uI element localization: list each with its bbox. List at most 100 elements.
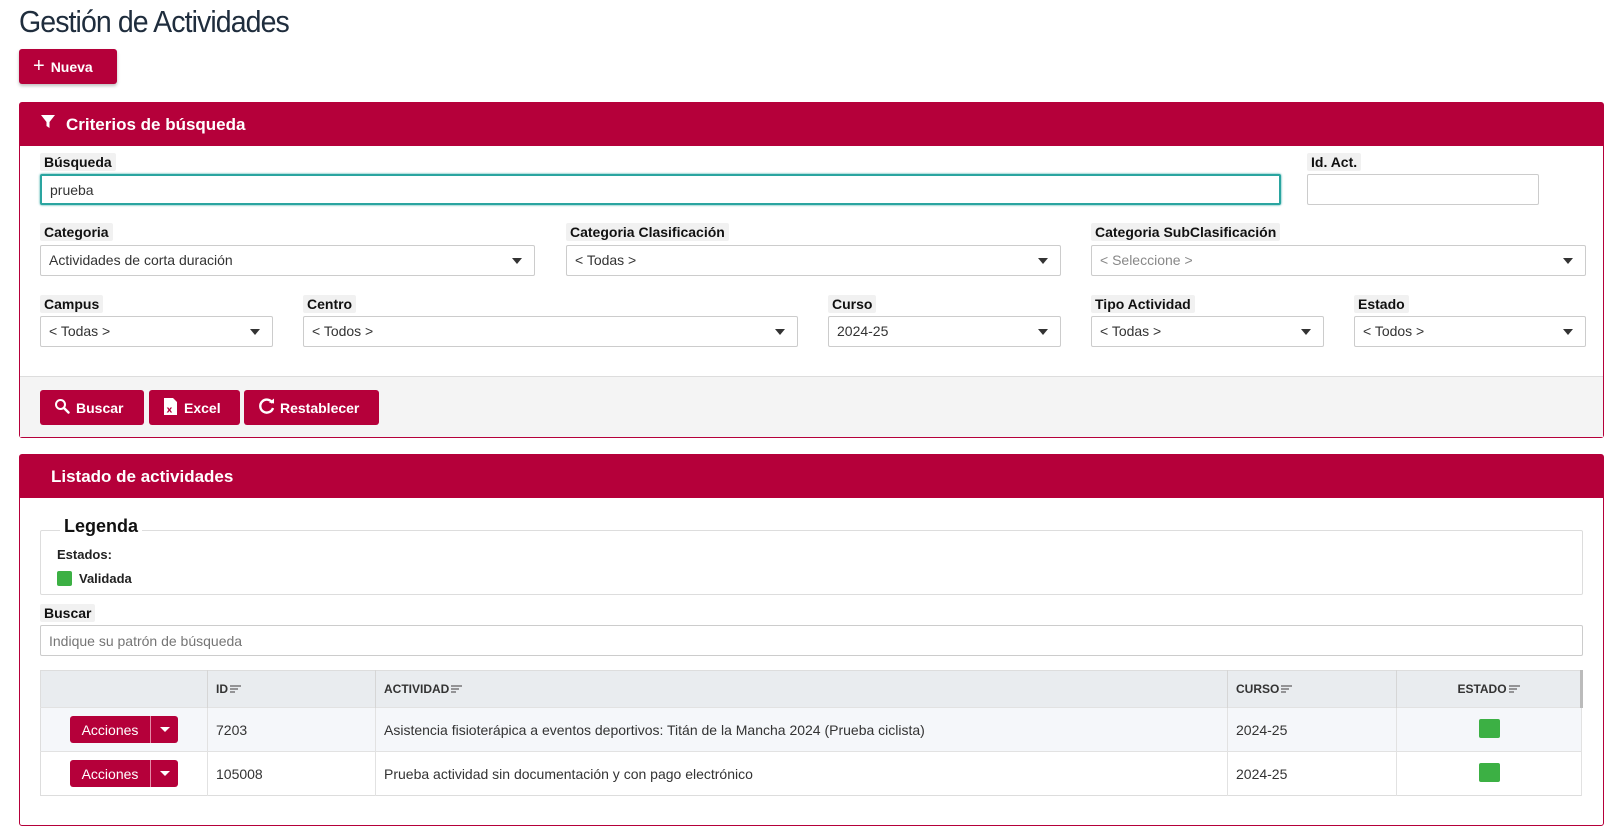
- chevron-down-icon: [1563, 329, 1573, 335]
- idact-input[interactable]: [1307, 174, 1539, 205]
- table-row: Acciones 7203 Asistencia fisioterápica a…: [40, 707, 1582, 752]
- busqueda-label: Búsqueda: [40, 153, 116, 171]
- cat-subclasificacion-select[interactable]: < Seleccione >: [1091, 245, 1586, 276]
- centro-select[interactable]: < Todos >: [303, 316, 798, 347]
- restablecer-button-label: Restablecer: [280, 399, 360, 416]
- sort-icon: [451, 682, 463, 696]
- buscar-label: Buscar: [40, 604, 96, 622]
- centro-value: < Todos >: [312, 323, 374, 339]
- excel-button[interactable]: x Excel: [149, 390, 240, 425]
- categoria-select[interactable]: Actividades de corta duración: [40, 245, 535, 276]
- activities-table: ID ACTIVIDAD CURSO ESTADO Acciones 7203 …: [40, 670, 1583, 796]
- centro-label: Centro: [303, 295, 357, 313]
- chevron-down-icon: [1301, 329, 1311, 335]
- busqueda-input[interactable]: prueba: [40, 174, 1281, 205]
- curso-label: Curso: [828, 295, 877, 313]
- restablecer-button[interactable]: Restablecer: [244, 390, 379, 425]
- col-actividad-header[interactable]: ACTIVIDAD: [375, 670, 1228, 708]
- refresh-icon: [258, 397, 276, 418]
- tipo-actividad-select[interactable]: < Todas >: [1091, 316, 1324, 347]
- acciones-cell: Acciones: [40, 751, 208, 796]
- buscar-button[interactable]: Buscar: [40, 390, 144, 425]
- acciones-cell: Acciones: [40, 707, 208, 752]
- curso-select[interactable]: 2024-25: [828, 316, 1061, 347]
- validada-status-icon: [1478, 762, 1500, 782]
- row-actividad: Prueba actividad sin documentación y con…: [375, 751, 1228, 796]
- estado-select[interactable]: < Todos >: [1354, 316, 1586, 347]
- campus-value: < Todas >: [49, 323, 111, 339]
- sort-icon: [230, 682, 241, 696]
- acciones-button[interactable]: Acciones: [69, 716, 151, 743]
- row-actividad: Asistencia fisioterápica a eventos depor…: [375, 707, 1228, 752]
- tipo-actividad-label: Tipo Actividad: [1091, 295, 1195, 313]
- legend-title: Legenda: [60, 516, 143, 537]
- search-criteria-header: Criterios de búsqueda: [20, 103, 1603, 146]
- sort-icon: [1281, 682, 1293, 696]
- chevron-down-icon: [775, 329, 785, 335]
- search-actions-bar: Buscar x Excel Restablecer: [20, 376, 1603, 437]
- col-estado-header[interactable]: ESTADO: [1396, 670, 1583, 708]
- cat-clasificacion-label: Categoria Clasificación: [566, 223, 729, 241]
- svg-text:x: x: [167, 405, 173, 415]
- search-criteria-title: Criterios de búsqueda: [66, 114, 246, 134]
- chevron-down-icon: [1038, 329, 1048, 335]
- legend-box: Estados: Validada: [40, 530, 1583, 595]
- new-button-label: Nueva: [50, 58, 93, 75]
- legend-validada-label: Validada: [79, 571, 132, 586]
- cat-subclasificacion-label: Categoria SubClasificación: [1091, 223, 1281, 241]
- col-curso-header[interactable]: CURSO: [1227, 670, 1397, 708]
- page: Gestión de Actividades + Nueva Criterios…: [0, 0, 1621, 831]
- col-actividad-label: ACTIVIDAD: [384, 681, 450, 696]
- acciones-dropdown-toggle[interactable]: [150, 760, 179, 787]
- row-estado: [1396, 707, 1582, 752]
- row-id: 105008: [207, 751, 376, 796]
- cat-subclasificacion-value: < Seleccione >: [1100, 252, 1193, 268]
- col-curso-label: CURSO: [1236, 681, 1280, 696]
- sort-icon: [1508, 682, 1520, 696]
- row-estado: [1396, 751, 1582, 796]
- page-title: Gestión de Actividades: [19, 4, 290, 39]
- table-row: Acciones 105008 Prueba actividad sin doc…: [40, 751, 1582, 796]
- new-button[interactable]: + Nueva: [19, 49, 117, 84]
- legend-estados-label: Estados:: [57, 547, 112, 562]
- activities-list-title: Listado de actividades: [51, 466, 234, 486]
- acciones-dropdown-toggle[interactable]: [150, 716, 179, 743]
- acciones-button[interactable]: Acciones: [69, 760, 151, 787]
- estado-value: < Todos >: [1363, 323, 1425, 339]
- campus-label: Campus: [40, 295, 104, 313]
- activities-list-header: Listado de actividades: [20, 455, 1603, 498]
- search-criteria-panel: Criterios de búsqueda Búsqueda prueba Id…: [19, 102, 1604, 438]
- row-curso: 2024-25: [1227, 751, 1397, 796]
- acciones-button-group: Acciones: [69, 760, 179, 787]
- campus-select[interactable]: < Todas >: [40, 316, 273, 347]
- filter-icon: [40, 114, 56, 135]
- curso-value: 2024-25: [837, 323, 889, 339]
- excel-button-label: Excel: [184, 399, 221, 416]
- chevron-down-icon: [250, 329, 260, 335]
- cat-clasificacion-value: < Todas >: [575, 252, 637, 268]
- row-curso: 2024-25: [1227, 707, 1397, 752]
- search-icon: [54, 398, 70, 417]
- col-acciones-header: [40, 670, 208, 708]
- cat-clasificacion-select[interactable]: < Todas >: [566, 245, 1061, 276]
- estado-label: Estado: [1354, 295, 1409, 313]
- categoria-label: Categoria: [40, 223, 113, 241]
- chevron-down-icon: [512, 258, 522, 264]
- chevron-down-icon: [1038, 258, 1048, 264]
- legend-validada-item: Validada: [57, 571, 132, 586]
- idact-label: Id. Act.: [1307, 153, 1362, 171]
- chevron-down-icon: [1563, 258, 1573, 264]
- plus-icon: +: [33, 54, 45, 77]
- validada-status-icon: [1478, 718, 1500, 738]
- col-estado-label: ESTADO: [1457, 681, 1507, 696]
- activities-list-panel: Listado de actividades Estados: Validada…: [19, 454, 1604, 826]
- row-id: 7203: [207, 707, 376, 752]
- excel-file-icon: x: [163, 397, 178, 419]
- validada-status-icon: [57, 571, 72, 586]
- categoria-value: Actividades de corta duración: [49, 252, 233, 268]
- acciones-button-group: Acciones: [69, 716, 179, 743]
- table-search-input[interactable]: [40, 625, 1583, 656]
- col-id-label: ID: [216, 681, 228, 696]
- col-id-header[interactable]: ID: [207, 670, 376, 708]
- tipo-actividad-value: < Todas >: [1100, 323, 1162, 339]
